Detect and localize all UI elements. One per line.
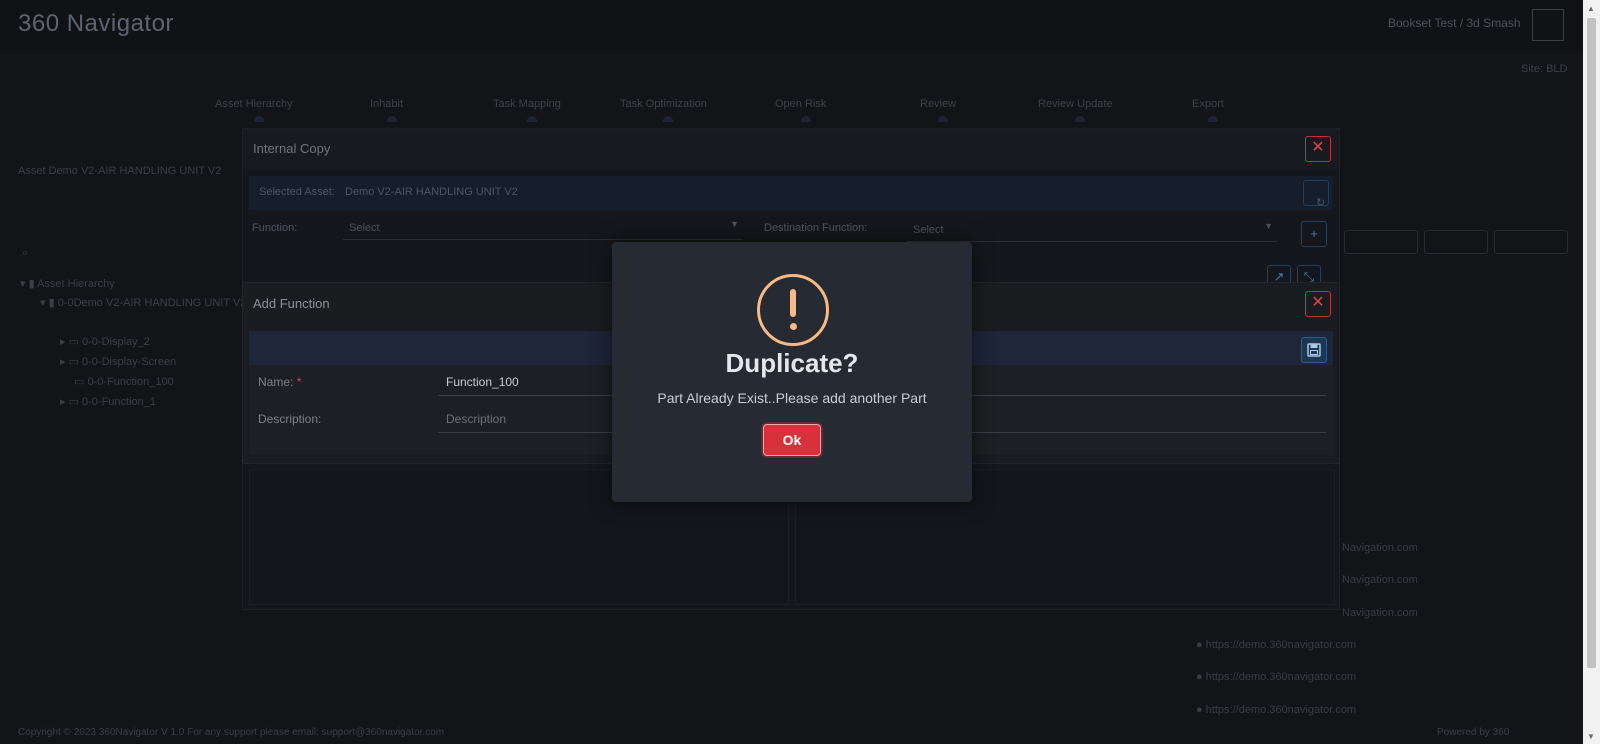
step-task-optimization[interactable]: Task Optimization <box>620 98 707 122</box>
modal-title: Add Function <box>253 296 330 311</box>
tree-child[interactable]: ▭ 0-0-Function_100 <box>74 375 174 388</box>
step-inhabit[interactable]: Inhabit <box>370 98 403 122</box>
close-button[interactable]: ✕ <box>1305 291 1331 317</box>
destination-function-select[interactable]: Select ▼ <box>907 219 1277 242</box>
tree-root[interactable]: ▾ ▮ Asset Hierarchy <box>20 277 115 290</box>
footer-right: Powered by 360 <box>1437 727 1510 738</box>
breadcrumb: Asset Demo V2-AIR HANDLING UNIT V2 <box>18 165 222 177</box>
description-placeholder: Description <box>446 412 507 426</box>
footer-text: Copyright © 2023 360Navigator V 1.0 For … <box>18 727 445 738</box>
selected-asset-label: Selected Asset: <box>259 186 335 198</box>
brand-logo: 360 Navigator <box>18 10 174 37</box>
site-label: Site: BLD <box>1521 63 1568 75</box>
list-item[interactable]: ● https://demo.360navigator.com <box>1196 671 1356 683</box>
user-avatar[interactable] <box>1532 9 1564 41</box>
list-item[interactable]: Navigation.com <box>1342 607 1418 619</box>
destination-select-value: Select <box>913 224 944 236</box>
tree-child[interactable]: ▸ ▭ 0-0-Function_1 <box>60 395 156 408</box>
required-mark: * <box>296 375 302 389</box>
tree-child[interactable]: ▸ ▭ 0-0-Display-Screen <box>60 355 176 368</box>
chevron-down-icon: ▼ <box>1264 221 1273 231</box>
close-icon: ✕ <box>1311 139 1325 156</box>
chevron-down-icon: ▼ <box>730 219 739 229</box>
selected-asset-bar: Selected Asset: Demo V2-AIR HANDLING UNI… <box>249 176 1333 210</box>
destination-function-label: Destination Function: <box>764 222 868 234</box>
function-label: Function: <box>252 222 298 234</box>
scroll-up-icon[interactable]: ▲ <box>1587 4 1595 13</box>
tree-node[interactable]: ▾ ▮ 0-0Demo V2-AIR HANDLING UNIT V2 <box>40 296 246 309</box>
bg-button[interactable] <box>1344 230 1418 254</box>
scrollbar-thumb[interactable] <box>1587 18 1596 668</box>
list-item[interactable]: Navigation.com <box>1342 542 1418 554</box>
search-icon[interactable]: ⌕ <box>22 247 28 260</box>
scrollbar[interactable]: ▲ ▼ <box>1583 0 1600 744</box>
step-asset-hierarchy[interactable]: Asset Hierarchy <box>215 98 293 122</box>
name-label: Name: * <box>258 375 302 389</box>
modal-title: Internal Copy <box>253 141 331 156</box>
selected-asset-value: Demo V2-AIR HANDLING UNIT V2 <box>345 186 518 198</box>
save-icon <box>1307 343 1321 357</box>
function-select-value: Select <box>349 222 380 234</box>
step-review-update[interactable]: Review Update <box>1038 98 1113 122</box>
step-review[interactable]: Review <box>920 98 956 122</box>
step-task-mapping[interactable]: Task Mapping <box>493 98 561 122</box>
step-open-risk[interactable]: Open Risk <box>775 98 826 122</box>
step-export[interactable]: Export <box>1192 98 1224 122</box>
list-item[interactable]: ● https://demo.360navigator.com <box>1196 639 1356 651</box>
modal-header: Internal Copy ✕ <box>243 129 1339 169</box>
bg-button[interactable] <box>1494 230 1568 254</box>
close-button[interactable]: ✕ <box>1305 136 1331 162</box>
refresh-icon: ↻ <box>1316 197 1326 209</box>
exclamation-icon <box>757 274 829 346</box>
duplicate-dialog: Duplicate? Part Already Exist..Please ad… <box>612 242 972 502</box>
save-button[interactable] <box>1301 337 1327 363</box>
bg-button[interactable] <box>1424 230 1488 254</box>
description-label: Description: <box>258 412 322 426</box>
plus-icon: + <box>1310 226 1318 241</box>
close-icon: ✕ <box>1311 294 1325 311</box>
list-item[interactable]: ● https://demo.360navigator.com <box>1196 704 1356 716</box>
tree-child[interactable]: ▸ ▭ 0-0-Display_2 <box>60 335 150 348</box>
dialog-message: Part Already Exist..Please add another P… <box>657 390 927 406</box>
user-name[interactable]: Bookset Test / 3d Smash <box>1388 16 1521 30</box>
scroll-down-icon[interactable]: ▼ <box>1587 732 1595 741</box>
list-item[interactable]: Navigation.com <box>1342 574 1418 586</box>
add-button[interactable]: + <box>1301 221 1327 247</box>
dialog-title: Duplicate? <box>725 348 859 378</box>
refresh-button[interactable]: ↻ <box>1303 180 1329 209</box>
ok-button[interactable]: Ok <box>763 424 821 456</box>
function-select[interactable]: Select ▼ <box>343 217 743 240</box>
name-input-value: Function_100 <box>446 375 519 389</box>
top-bar: 360 Navigator Bookset Test / 3d Smash <box>0 0 1583 52</box>
